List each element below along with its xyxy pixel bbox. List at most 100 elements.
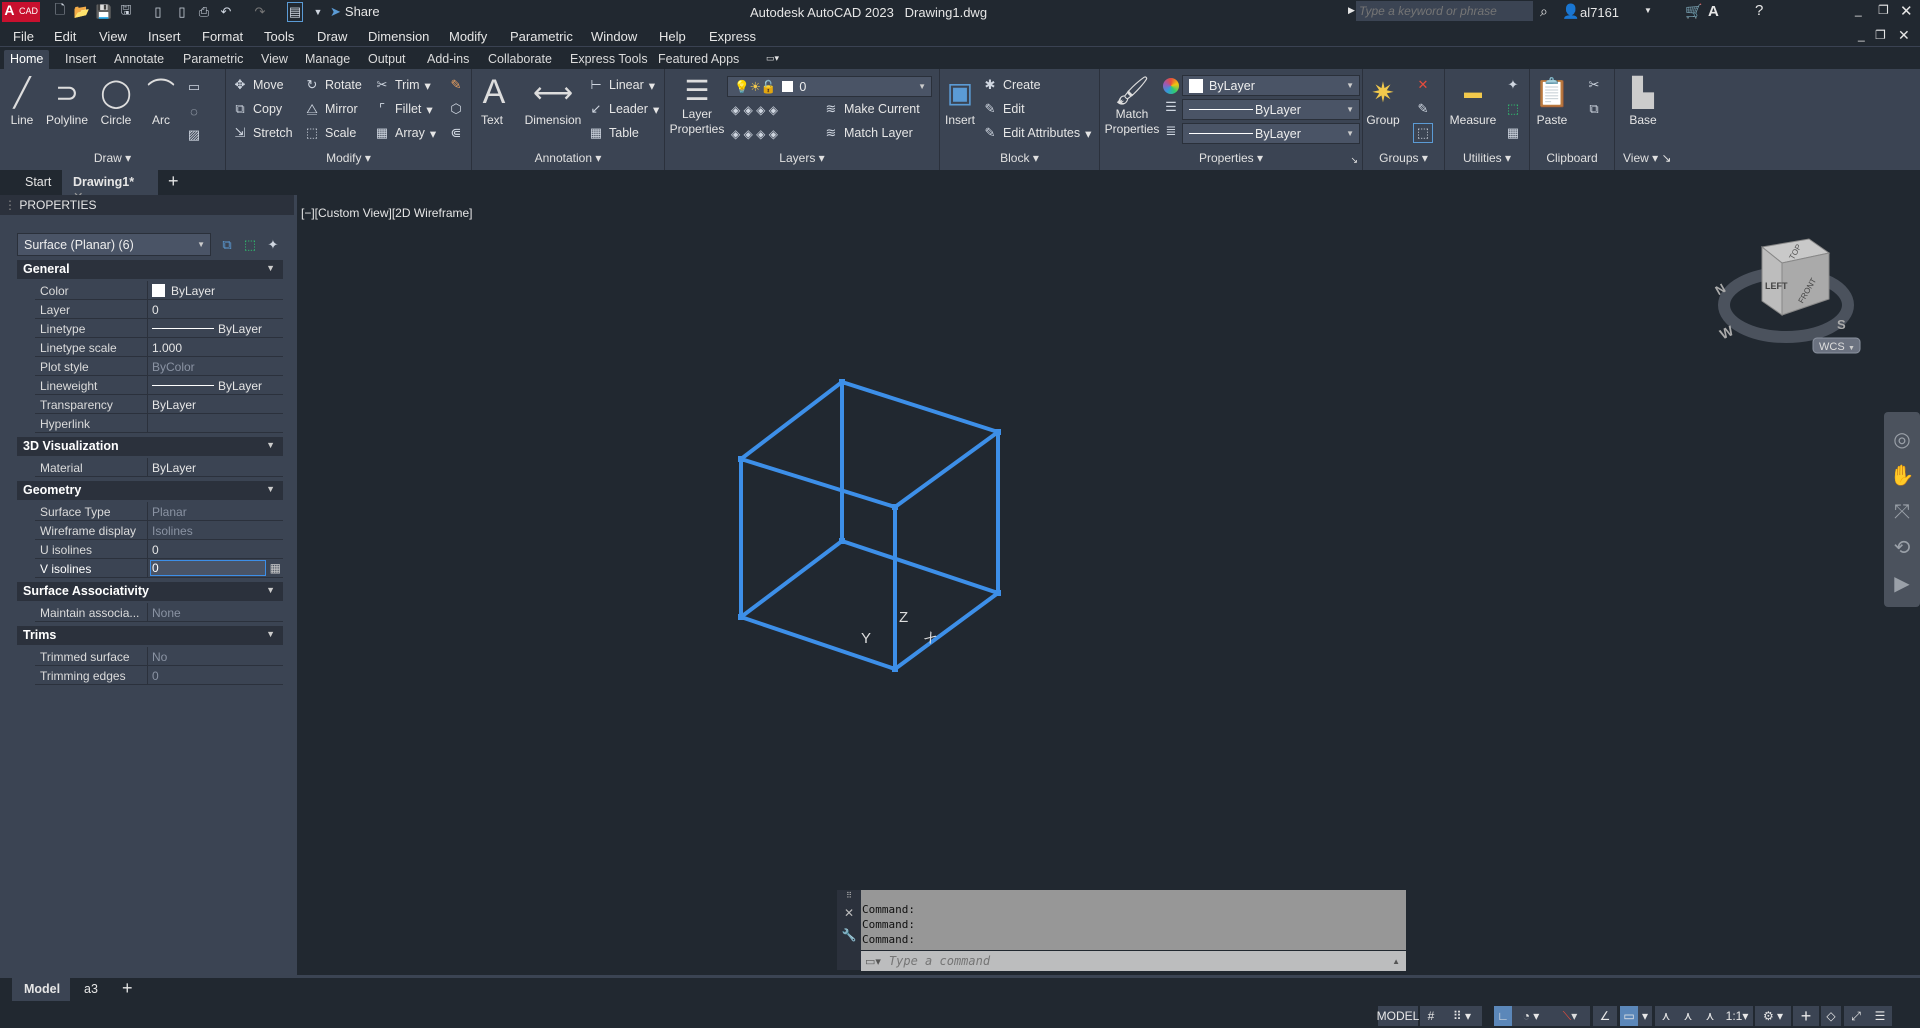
collapse-icon[interactable]: ▼: [266, 484, 275, 494]
property-row[interactable]: Hyperlink: [35, 414, 283, 433]
fillet-button[interactable]: ⌜ Fillet ▾: [374, 101, 433, 117]
search-input[interactable]: [1356, 1, 1533, 21]
tab-manage[interactable]: Manage: [299, 50, 356, 68]
property-row[interactable]: Maintain associa... None: [35, 603, 283, 622]
array-button[interactable]: ▦ Array ▾: [374, 125, 436, 141]
wireframe-edge[interactable]: [893, 430, 1000, 509]
selection-dropdown[interactable]: Surface (Planar) (6) ▼: [17, 233, 211, 256]
command-close-icon[interactable]: ✕: [837, 902, 861, 924]
menu-dimension[interactable]: Dimension: [368, 29, 429, 44]
tab-collaborate[interactable]: Collaborate: [482, 50, 558, 68]
edit-block-button[interactable]: ✎ Edit: [982, 101, 1025, 117]
tab-layout-a3[interactable]: a3: [84, 982, 98, 996]
workspace-gear-icon[interactable]: ⚙ ▾: [1755, 1006, 1791, 1026]
ellipse-icon[interactable]: ◌: [186, 103, 202, 119]
menu-format[interactable]: Format: [202, 29, 243, 44]
rectangle-icon[interactable]: ▭: [186, 79, 202, 95]
grid-icon[interactable]: #: [1420, 1006, 1442, 1026]
auto-scale-icon[interactable]: ⋏: [1677, 1006, 1699, 1026]
menu-express[interactable]: Express: [709, 29, 756, 44]
property-row[interactable]: U isolines 0: [35, 540, 283, 559]
minimize-icon[interactable]: _: [1855, 3, 1862, 17]
menu-view[interactable]: View: [99, 29, 127, 44]
wireframe-box[interactable]: [738, 379, 1001, 672]
customize-quick-access-icon[interactable]: ▼: [310, 4, 326, 20]
undo-icon[interactable]: ↶: [218, 4, 234, 20]
create-block-button[interactable]: ✱ Create: [982, 77, 1041, 93]
command-grip-icon[interactable]: ⠿: [837, 890, 861, 902]
match-properties-button[interactable]: 🖌 Match Properties: [1104, 73, 1160, 137]
object-snap-tracking-icon[interactable]: ∠: [1593, 1006, 1617, 1026]
group-edit-icon[interactable]: ✎: [1415, 101, 1431, 117]
doc-restore-icon[interactable]: ❐: [1875, 28, 1886, 42]
open-icon[interactable]: 📂: [74, 4, 90, 20]
measure-button[interactable]: ▬ Measure: [1447, 75, 1499, 128]
share-button[interactable]: ➤ Share: [330, 4, 380, 20]
property-row[interactable]: Wireframe display Isolines: [35, 521, 283, 540]
palette-header[interactable]: ⋮ PROPERTIES: [0, 195, 294, 215]
insert-button[interactable]: ▣ Insert: [940, 75, 980, 128]
grip-point[interactable]: [738, 614, 744, 620]
user-name[interactable]: al7161: [1580, 5, 1619, 20]
property-row[interactable]: Transparency ByLayer: [35, 395, 283, 414]
viewcube[interactable]: N S W TOP LEFT LEFT FRONT: [1713, 238, 1854, 343]
linear-button[interactable]: ⊢ Linear ▾: [588, 77, 655, 93]
copy-button[interactable]: ⧉ Copy: [232, 101, 282, 117]
wireframe-edge[interactable]: [893, 591, 1000, 671]
panel-title-annotation[interactable]: Annotation ▾: [472, 151, 664, 165]
app-menu-button[interactable]: A CAD: [2, 2, 40, 22]
open-web-icon[interactable]: ▯: [150, 4, 166, 20]
erase-icon[interactable]: ✎: [448, 77, 464, 93]
tab-parametric[interactable]: Parametric: [177, 50, 249, 68]
menu-file[interactable]: File: [13, 29, 34, 44]
object-snap-icon[interactable]: ▭: [1620, 1006, 1638, 1026]
new-tab-icon[interactable]: +: [168, 171, 179, 192]
tab-add-ins[interactable]: Add-ins: [421, 50, 475, 68]
polar-tracking-icon[interactable]: ◔ ▾: [1512, 1006, 1550, 1026]
leader-button[interactable]: ↙ Leader ▾: [588, 101, 660, 117]
section-header[interactable]: 3D Visualization ▼: [17, 437, 283, 456]
restore-icon[interactable]: ❐: [1878, 3, 1889, 17]
menu-help[interactable]: Help: [659, 29, 686, 44]
help-icon[interactable]: ?: [1755, 2, 1763, 19]
text-button[interactable]: A Text: [478, 75, 506, 128]
annotation-monitor-icon[interactable]: +: [1793, 1006, 1819, 1026]
hatch-icon[interactable]: ▨: [186, 127, 202, 143]
offset-icon[interactable]: ⋐: [448, 125, 464, 141]
ribbon-minimize-icon[interactable]: ▭▾: [766, 53, 779, 64]
property-row[interactable]: Surface Type Planar: [35, 502, 283, 521]
quick-select-icon[interactable]: ✦: [265, 237, 281, 253]
layer-tools-icons-row2[interactable]: ◈ ◈ ◈ ◈: [731, 127, 778, 141]
match-layer-button[interactable]: ≋ Match Layer: [823, 125, 913, 141]
property-row[interactable]: Material ByLayer: [35, 458, 283, 477]
circle-button[interactable]: ◯ Circle: [96, 75, 136, 128]
property-row[interactable]: V isolines ▦: [35, 559, 283, 578]
property-row[interactable]: Plot style ByColor: [35, 357, 283, 376]
wireframe-edge[interactable]: [739, 380, 844, 461]
wireframe-edge[interactable]: [841, 380, 999, 434]
doc-minimize-icon[interactable]: _: [1858, 28, 1865, 42]
tab-featured-apps[interactable]: Featured Apps: [652, 50, 745, 68]
panel-title-draw[interactable]: Draw ▾: [0, 151, 225, 165]
panel-title-view[interactable]: View ▾ ↘: [1623, 151, 1680, 165]
collapse-icon[interactable]: ▼: [266, 440, 275, 450]
steering-wheel-icon[interactable]: ◎: [1884, 422, 1920, 458]
properties-launcher-icon[interactable]: ↘: [1350, 155, 1358, 166]
collapse-icon[interactable]: ▼: [266, 263, 275, 273]
object-snap-dropdown-icon[interactable]: ▾: [1638, 1006, 1652, 1026]
tab-view[interactable]: View: [255, 50, 294, 68]
property-row[interactable]: Trimming edges 0: [35, 666, 283, 685]
tab-annotate[interactable]: Annotate: [108, 50, 170, 68]
search-icon[interactable]: ⌕: [1540, 3, 1548, 20]
orbit-icon[interactable]: ⟲: [1884, 530, 1920, 566]
rotate-button[interactable]: ↻ Rotate: [304, 77, 362, 93]
property-row[interactable]: Linetype ByLayer: [35, 319, 283, 338]
line-button[interactable]: ╱ Line: [6, 75, 38, 128]
section-header[interactable]: Trims ▼: [17, 626, 283, 645]
showmotion-icon[interactable]: ▶: [1884, 566, 1920, 602]
tab-express-tools[interactable]: Express Tools: [564, 50, 654, 68]
panel-title-block[interactable]: Block ▾: [940, 151, 1099, 165]
scale-dropdown[interactable]: 1:1 ▾: [1721, 1006, 1753, 1026]
copy-clip-icon[interactable]: ⧉: [1586, 101, 1602, 117]
user-dropdown-icon[interactable]: ▼: [1644, 6, 1652, 15]
